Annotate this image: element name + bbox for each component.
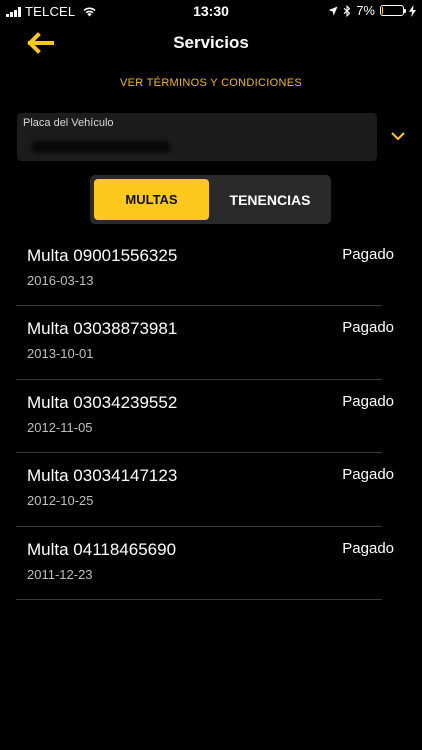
fine-status: Pagado	[342, 392, 394, 410]
list-item[interactable]: Multa 03034147123 2012-10-25 Pagado	[16, 453, 394, 527]
fine-date: 2013-10-01	[27, 346, 94, 362]
charging-bolt-icon	[409, 4, 416, 17]
list-item[interactable]: Multa 04118465690 2011-12-23 Pagado	[16, 527, 394, 600]
fine-date: 2012-10-25	[27, 493, 94, 509]
status-bar: TELCEL 13:30 7%	[0, 0, 422, 22]
fine-title: Multa 03034147123	[27, 466, 178, 486]
fine-status: Pagado	[342, 539, 394, 557]
chevron-down-icon	[391, 132, 405, 141]
vehicle-plate-field[interactable]: Placa del Vehículo	[17, 113, 377, 161]
vehicle-plate-label: Placa del Vehículo	[23, 117, 114, 129]
page-title: Servicios	[173, 33, 249, 52]
fines-list: Multa 09001556325 2016-03-13 Pagado Mult…	[16, 233, 394, 600]
tab-tenencias[interactable]: TENENCIAS	[213, 179, 327, 220]
fine-status: Pagado	[342, 466, 394, 484]
vehicle-plate-value-redacted	[31, 141, 171, 153]
services-tabs: MULTAS TENENCIAS	[90, 175, 331, 224]
battery-percent: 7%	[356, 3, 375, 18]
list-item[interactable]: Multa 03038873981 2013-10-01 Pagado	[16, 306, 394, 380]
battery-icon	[380, 5, 406, 16]
fine-status: Pagado	[342, 246, 394, 263]
tab-multas[interactable]: MULTAS	[94, 179, 209, 220]
bluetooth-icon	[343, 4, 351, 17]
list-item[interactable]: Multa 03034239552 2012-11-05 Pagado	[16, 380, 394, 454]
list-item[interactable]: Multa 09001556325 2016-03-13 Pagado	[16, 233, 394, 307]
location-arrow-icon	[328, 6, 338, 15]
fine-date: 2011-12-23	[27, 566, 93, 582]
terms-link[interactable]: VER TÉRMINOS Y CONDICIONES	[0, 77, 422, 89]
battery-level	[382, 7, 384, 14]
fine-date: 2012-11-05	[27, 419, 93, 435]
fine-title: Multa 04118465690	[27, 539, 177, 559]
fine-title: Multa 09001556325	[27, 246, 178, 265]
status-right: 7%	[328, 3, 416, 18]
fine-title: Multa 03038873981	[27, 319, 178, 339]
fine-title: Multa 03034239552	[27, 392, 178, 412]
fine-status: Pagado	[342, 319, 394, 337]
plate-dropdown-button[interactable]	[388, 129, 408, 143]
fine-date: 2016-03-13	[27, 273, 94, 288]
